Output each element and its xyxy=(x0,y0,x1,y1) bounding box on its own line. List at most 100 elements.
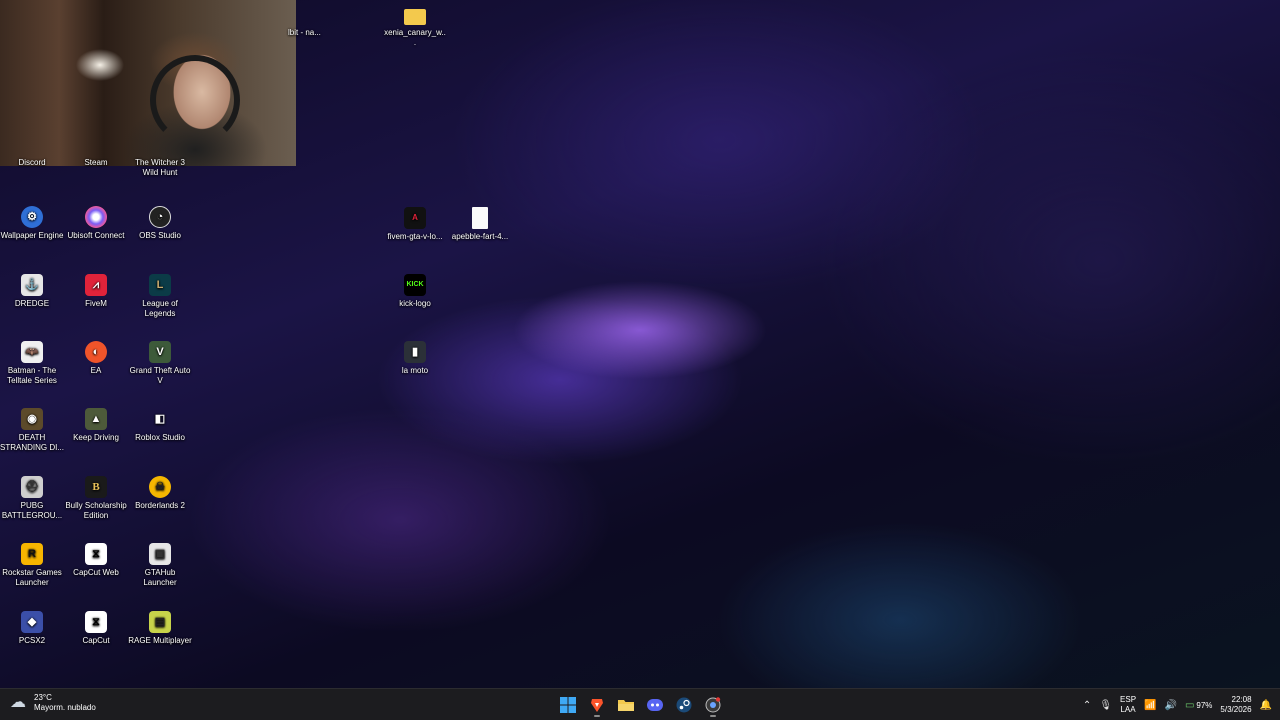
desktop-icon-label: Bully Scholarship Edition xyxy=(65,501,127,520)
webcam-overlay xyxy=(0,0,296,166)
desktop-icon-steam[interactable]: Steam xyxy=(64,158,128,168)
desktop-icon-league-of-legends[interactable]: L League of Legends xyxy=(128,274,192,319)
taskbar-chrome[interactable] xyxy=(701,693,725,717)
desktop: Discord ⚙ Wallpaper Engine ⚓ DREDGE 🦇 Ba… xyxy=(0,0,1280,688)
desktop-icon-rage-mp[interactable]: ▤ RAGE Multiplayer xyxy=(128,611,192,646)
microphone-icon[interactable]: 🎙 xyxy=(1099,700,1112,711)
image-file-icon: ▮ xyxy=(404,341,426,363)
batman-icon: 🦇 xyxy=(21,341,43,363)
desktop-icon-label: RAGE Multiplayer xyxy=(128,636,192,645)
taskbar-steam[interactable] xyxy=(672,693,696,717)
rage-mp-icon: ▤ xyxy=(149,611,171,633)
taskbar: ☁ 23°C Mayorm. nublado ⌃ 🎙 ESP LAA 📶 🔊 ▭… xyxy=(0,688,1280,720)
desktop-icon-apebble[interactable]: apebble-fart-4... xyxy=(448,207,512,242)
clock[interactable]: 22:08 5/3/2026 xyxy=(1220,695,1251,715)
desktop-icon-fivem-gta[interactable]: A fivem-gta-v-lo... xyxy=(383,207,447,242)
desktop-icon-la-moto[interactable]: ▮ la moto xyxy=(383,341,447,376)
desktop-icon-obs-studio[interactable]: ◔ OBS Studio xyxy=(128,206,192,241)
desktop-icon-ubisoft-connect[interactable]: Ubisoft Connect xyxy=(64,206,128,241)
desktop-icon-label: The Witcher 3 Wild Hunt xyxy=(135,158,185,177)
fivem-icon: ⩘ xyxy=(85,274,107,296)
kick-icon: KICK xyxy=(404,274,426,296)
windows-start-icon xyxy=(560,697,576,713)
desktop-icon-capcut[interactable]: ⧖ CapCut xyxy=(64,611,128,646)
wallpaper-engine-icon: ⚙ xyxy=(21,206,43,228)
steam-icon xyxy=(676,697,692,713)
taskbar-discord[interactable] xyxy=(643,693,667,717)
language-code: ESP xyxy=(1120,695,1137,704)
chevron-up-icon[interactable]: ⌃ xyxy=(1083,700,1091,711)
keyboard-layout: LAA xyxy=(1120,705,1136,714)
ubisoft-icon xyxy=(85,206,107,228)
discord-icon xyxy=(647,699,663,711)
weather-widget[interactable]: ☁ 23°C Mayorm. nublado xyxy=(10,693,96,713)
desktop-icon-fivem[interactable]: ⩘ FiveM xyxy=(64,274,128,309)
battery-status[interactable]: ▭ 97% xyxy=(1185,700,1212,711)
bully-icon: B xyxy=(85,476,107,498)
desktop-icon-kick-logo[interactable]: KICK kick-logo xyxy=(383,274,447,309)
desktop-icon-roblox-studio[interactable]: ◧ Roblox Studio xyxy=(128,408,192,443)
desktop-icon-pubg[interactable]: ⛑ PUBG BATTLEGROU... xyxy=(0,476,64,521)
image-file-icon: A xyxy=(404,207,426,229)
desktop-icon-label: Ubisoft Connect xyxy=(67,231,125,240)
desktop-icon-label: EA xyxy=(90,366,102,375)
capcut-web-icon: ⧖ xyxy=(85,543,107,565)
desktop-icon-keep-driving[interactable]: ▲ Keep Driving xyxy=(64,408,128,443)
desktop-icon-label: PUBG BATTLEGROU... xyxy=(1,501,63,520)
language-indicator[interactable]: ESP LAA xyxy=(1120,695,1136,715)
desktop-icon-label: la moto xyxy=(401,366,429,375)
weather-temperature: 23°C xyxy=(34,693,52,702)
desktop-icon-borderlands[interactable]: ☠ Borderlands 2 xyxy=(128,476,192,511)
desktop-icon-label: Roblox Studio xyxy=(135,433,185,442)
desktop-icon-label: League of Legends xyxy=(142,299,178,318)
pcsx2-icon: ◆ xyxy=(21,611,43,633)
desktop-icon-label: CapCut xyxy=(82,636,110,645)
weather-description: Mayorm. nublado xyxy=(34,703,96,712)
desktop-icon-label: Wallpaper Engine xyxy=(0,231,64,240)
desktop-icon-pcsx2[interactable]: ◆ PCSX2 xyxy=(0,611,64,646)
desktop-icon-label: Rockstar Games Launcher xyxy=(2,568,62,587)
desktop-icon-wallpaper-engine[interactable]: ⚙ Wallpaper Engine xyxy=(0,206,64,241)
pubg-icon: ⛑ xyxy=(21,476,43,498)
running-indicator xyxy=(710,715,716,717)
desktop-icon-label: fivem-gta-v-lo... xyxy=(387,232,443,241)
start-button[interactable] xyxy=(556,693,580,717)
desktop-icon-capcut-web[interactable]: ⧖ CapCut Web xyxy=(64,543,128,578)
desktop-icon-dredge[interactable]: ⚓ DREDGE xyxy=(0,274,64,309)
desktop-icon-batman[interactable]: 🦇 Batman - The Telltale Series xyxy=(0,341,64,386)
desktop-icon-gtahub[interactable]: ▣ GTAHub Launcher xyxy=(128,543,192,588)
file-explorer-icon xyxy=(618,700,634,711)
desktop-icon-partial[interactable]: lbit - na... xyxy=(288,28,328,38)
weather-texts: 23°C Mayorm. nublado xyxy=(34,693,96,713)
desktop-icon-label: GTAHub Launcher xyxy=(143,568,177,587)
taskbar-pinned-apps xyxy=(556,693,725,717)
desktop-icon-label: FiveM xyxy=(85,299,107,308)
desktop-icon-xenia[interactable]: xenia_canary_w... xyxy=(383,6,447,48)
borderlands-icon: ☠ xyxy=(149,476,171,498)
desktop-icon-rockstar[interactable]: R Rockstar Games Launcher xyxy=(0,543,64,588)
dredge-icon: ⚓ xyxy=(21,274,43,296)
ea-icon: ◐ xyxy=(85,341,107,363)
notification-bell-icon[interactable]: 🔔 xyxy=(1260,700,1272,711)
desktop-icon-label: Batman - The Telltale Series xyxy=(7,366,57,385)
desktop-icon-gta-v[interactable]: V Grand Theft Auto V xyxy=(128,341,192,386)
speaker-icon[interactable]: 🔊 xyxy=(1164,700,1176,711)
battery-icon: ▭ xyxy=(1184,699,1195,711)
desktop-icon-label: CapCut Web xyxy=(73,568,119,577)
desktop-icon-discord[interactable]: Discord xyxy=(0,158,64,168)
desktop-icon-bully[interactable]: B Bully Scholarship Edition xyxy=(64,476,128,521)
keep-driving-icon: ▲ xyxy=(85,408,107,430)
running-indicator xyxy=(594,715,600,717)
death-stranding-icon: ◉ xyxy=(21,408,43,430)
lol-icon: L xyxy=(149,274,171,296)
clock-time: 22:08 xyxy=(1231,695,1252,704)
taskbar-file-explorer[interactable] xyxy=(614,693,638,717)
desktop-icon-label: DREDGE xyxy=(14,299,50,308)
desktop-icon-witcher[interactable]: The Witcher 3 Wild Hunt xyxy=(128,158,192,178)
gta-v-icon: V xyxy=(149,341,171,363)
desktop-icon-death-stranding[interactable]: ◉ DEATH STRANDING DI... xyxy=(0,408,64,453)
clock-date: 5/3/2026 xyxy=(1220,705,1252,714)
wifi-icon[interactable]: 📶 xyxy=(1144,700,1156,711)
taskbar-brave[interactable] xyxy=(585,693,609,717)
desktop-icon-ea[interactable]: ◐ EA xyxy=(64,341,128,376)
